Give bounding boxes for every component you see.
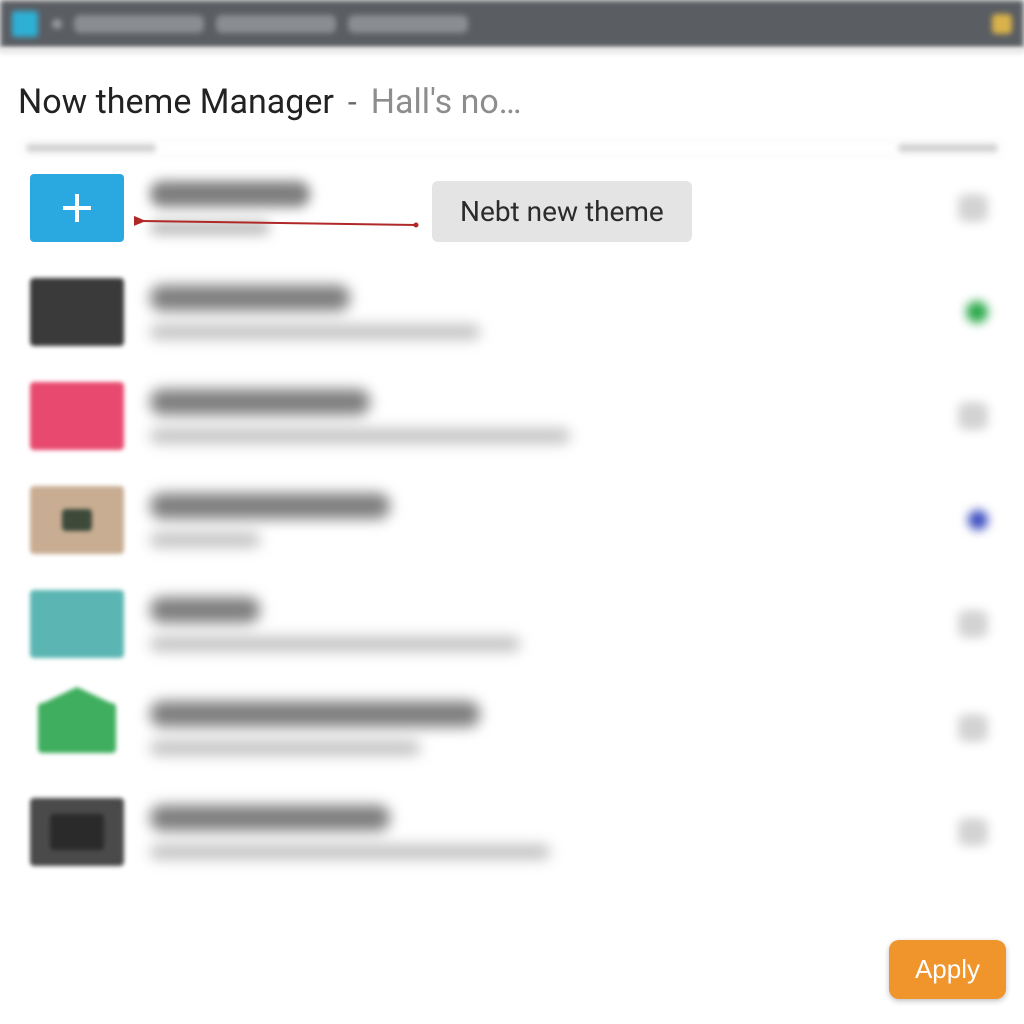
theme-row-action-icon bbox=[958, 610, 988, 638]
theme-thumbnail bbox=[30, 278, 124, 346]
theme-row-text bbox=[150, 805, 932, 859]
plus-icon bbox=[59, 190, 95, 226]
theme-row-action-icon bbox=[958, 194, 988, 222]
theme-thumbnail bbox=[30, 590, 124, 658]
app-topbar bbox=[0, 0, 1024, 48]
page-title-separator: - bbox=[348, 83, 357, 121]
theme-row-action-icon bbox=[958, 714, 988, 742]
theme-active-indicator-icon bbox=[966, 301, 988, 323]
theme-status-indicator-icon bbox=[968, 510, 988, 530]
theme-row[interactable] bbox=[16, 676, 1008, 780]
page-title: Now theme Manager - Hall's no… bbox=[16, 82, 1008, 122]
topbar-item bbox=[216, 15, 336, 33]
theme-row[interactable] bbox=[16, 468, 1008, 572]
apply-button-label: Apply bbox=[915, 954, 980, 984]
topbar-item bbox=[348, 15, 468, 33]
theme-row-text bbox=[150, 701, 932, 755]
add-theme-tile[interactable] bbox=[30, 174, 124, 242]
topbar-app-icon bbox=[12, 11, 38, 37]
theme-row[interactable] bbox=[16, 572, 1008, 676]
page-title-main: Now theme Manager bbox=[18, 82, 334, 122]
theme-row[interactable] bbox=[16, 364, 1008, 468]
theme-thumbnail bbox=[30, 694, 124, 762]
theme-row[interactable] bbox=[16, 780, 1008, 884]
callout-label: Nebt new theme bbox=[460, 195, 664, 228]
page-title-sub: Hall's no… bbox=[371, 82, 522, 122]
apply-button[interactable]: Apply bbox=[889, 940, 1006, 999]
page-content: Now theme Manager - Hall's no… bbox=[0, 54, 1024, 884]
topbar-notification-icon bbox=[992, 14, 1012, 34]
list-header-row bbox=[16, 140, 1008, 156]
theme-thumbnail bbox=[30, 382, 124, 450]
theme-row-action-icon bbox=[958, 402, 988, 430]
theme-row-text bbox=[150, 597, 932, 651]
theme-row-text bbox=[150, 285, 940, 339]
theme-row-action-icon bbox=[958, 818, 988, 846]
theme-thumbnail bbox=[30, 798, 124, 866]
theme-list bbox=[16, 156, 1008, 884]
theme-row-text bbox=[150, 493, 942, 547]
topbar-item bbox=[74, 15, 204, 33]
theme-row-text bbox=[150, 389, 932, 443]
topbar-dot bbox=[52, 19, 62, 29]
callout-tooltip: Nebt new theme bbox=[432, 181, 692, 242]
theme-thumbnail bbox=[30, 486, 124, 554]
theme-row[interactable] bbox=[16, 260, 1008, 364]
